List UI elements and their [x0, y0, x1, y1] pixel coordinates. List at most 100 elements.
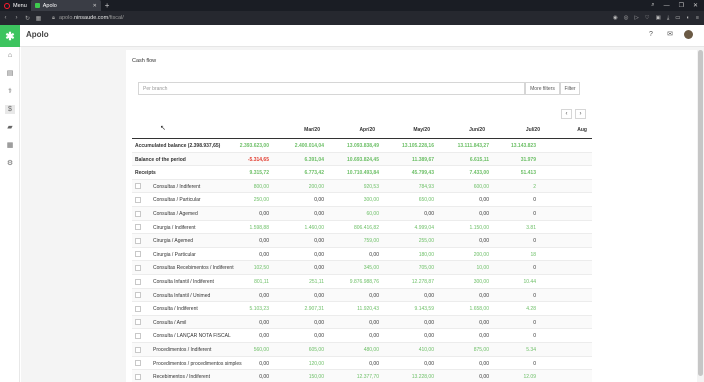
- cell-value: 0,00: [314, 251, 324, 258]
- row-checkbox[interactable]: [135, 237, 141, 244]
- row-checkbox[interactable]: [135, 264, 141, 271]
- table-row[interactable]: Consulta / Amil 0,00 0,00 0,00 0,00 0,00 0: [132, 315, 592, 330]
- row-checkbox[interactable]: [135, 332, 141, 339]
- browser-menu-button[interactable]: Menu: [0, 0, 31, 11]
- row-checkbox[interactable]: [135, 278, 141, 285]
- row-checkbox[interactable]: [135, 183, 141, 190]
- table-row[interactable]: Cirurgia / Particular 0,00 0,00 0,00 180,00 2…: [132, 248, 592, 262]
- filter-button[interactable]: Filter: [560, 82, 580, 95]
- branch-search-input[interactable]: Per branch: [138, 82, 525, 95]
- cell-value: 0,00: [424, 333, 434, 340]
- table-row[interactable]: Consulta Infantil / Unimed 0,00 0,00 0,00 0,…: [132, 288, 592, 303]
- table-row[interactable]: Procedimentos / procedimentos simples 0,0…: [132, 357, 592, 371]
- table-row[interactable]: Consultas Recebimentos / Indiferent 102,5…: [132, 261, 592, 275]
- column-header: Jul/20: [525, 127, 540, 133]
- briefcase-icon[interactable]: ▰: [5, 123, 15, 132]
- row-checkbox[interactable]: [135, 360, 141, 367]
- app-logo-icon[interactable]: ✱: [0, 25, 20, 47]
- table-row[interactable]: Consulta / LANÇAR NOTA FISCAL 0,00 0,00 0,0…: [132, 329, 592, 343]
- cell-value: 7.433,00: [469, 170, 489, 177]
- row-checkbox[interactable]: [135, 305, 141, 312]
- menu-label: Menu: [13, 2, 27, 9]
- table-row[interactable]: Recebimentos / Indiferent 0,00 150,00 12.37…: [132, 370, 592, 382]
- browser-menu-icon[interactable]: ≡: [696, 15, 699, 21]
- cell-value: 759,00: [363, 238, 379, 245]
- help-icon[interactable]: ?: [647, 31, 655, 39]
- url-text: apolo.ninsaude.com/fiscal/: [58, 15, 124, 21]
- new-tab-icon[interactable]: +: [105, 0, 110, 11]
- tabs-grid-icon[interactable]: ▦: [33, 15, 44, 22]
- row-label: Consultas / Particular: [153, 197, 201, 204]
- row-label: Consulta Infantil / Indiferent: [153, 279, 214, 285]
- download-icon[interactable]: ⤓: [667, 15, 669, 22]
- cell-value: 1.598,88: [249, 224, 269, 231]
- cell-value: 102,50: [253, 265, 269, 272]
- row-checkbox[interactable]: [135, 210, 141, 217]
- chat-icon[interactable]: ✉: [666, 31, 674, 39]
- cell-value: 0,00: [479, 319, 489, 326]
- calendar-icon[interactable]: ▤: [5, 69, 15, 78]
- camera-icon[interactable]: ◉: [613, 15, 618, 21]
- window-maximize-icon[interactable]: ❐: [679, 2, 684, 9]
- browser-address-bar: ‹ › ↻ ▦ 🔒︎ apolo.ninsaude.com/fiscal/ ◉ …: [0, 11, 704, 25]
- row-checkbox[interactable]: [135, 292, 141, 299]
- battery-icon[interactable]: ▭: [675, 15, 680, 21]
- cell-value: 0,00: [479, 333, 489, 340]
- row-checkbox[interactable]: [135, 251, 141, 258]
- heart-icon[interactable]: ♡: [645, 15, 650, 21]
- browser-tab-apolo[interactable]: Apolo ✕: [30, 0, 101, 11]
- table-row[interactable]: Procedimentos / Indiferent 560,00 605,00 48…: [132, 343, 592, 357]
- url-field[interactable]: 🔒︎ apolo.ninsaude.com/fiscal/: [52, 14, 482, 23]
- stethoscope-icon[interactable]: ⚕: [5, 87, 15, 96]
- table-row[interactable]: Consultas / Agemed 0,00 0,00 60,00 0,00 0,00 0: [132, 207, 592, 221]
- avatar[interactable]: [684, 30, 693, 39]
- finance-icon[interactable]: $: [5, 105, 15, 114]
- table-icon[interactable]: ▦: [5, 141, 15, 150]
- cell-value: 0,00: [259, 292, 269, 299]
- vpn-icon[interactable]: ◎: [624, 15, 629, 21]
- cell-value: 0,00: [479, 360, 489, 367]
- column-header: Aug: [577, 127, 587, 133]
- app-name: Apolo: [26, 30, 49, 39]
- page-scrollbar-thumb[interactable]: [698, 50, 703, 376]
- column-header: May/20: [413, 127, 430, 133]
- toggle-icon[interactable]: ◐: [686, 15, 689, 21]
- snapshot-icon[interactable]: ▷: [634, 15, 638, 21]
- home-icon[interactable]: ⌂: [5, 51, 15, 60]
- row-checkbox[interactable]: [135, 224, 141, 231]
- tab-search-icon[interactable]: ⌕: [651, 2, 654, 9]
- cell-value: -5.314,65: [247, 156, 269, 163]
- row-checkbox[interactable]: [135, 373, 141, 380]
- table-row[interactable]: Consulta Infantil / Indiferent 801,11 251,…: [132, 275, 592, 289]
- window-minimize-icon[interactable]: —: [664, 3, 670, 9]
- cell-value: 3.81: [526, 224, 536, 231]
- next-period-button[interactable]: ›: [575, 109, 586, 119]
- more-filters-button[interactable]: More filters: [525, 82, 560, 95]
- cell-value: 12.377,70: [356, 374, 379, 381]
- back-icon[interactable]: ‹: [0, 15, 11, 21]
- row-checkbox[interactable]: [135, 346, 141, 353]
- cell-value: 13.111.843,27: [457, 143, 489, 149]
- table-row[interactable]: Consultas / Particular 250,00 0,00 300,00 65…: [132, 193, 592, 207]
- settings-icon[interactable]: ⚙: [5, 159, 15, 168]
- box-icon[interactable]: ▣: [656, 15, 661, 21]
- row-checkbox[interactable]: [135, 196, 141, 203]
- cell-value: 705,00: [418, 265, 434, 272]
- prev-period-button[interactable]: ‹: [561, 109, 572, 119]
- table-row[interactable]: Consulta / Indiferent 5.103,23 2.907,31 11.…: [132, 302, 592, 316]
- cell-value: 11.920,43: [357, 306, 379, 313]
- tab-close-icon[interactable]: ✕: [93, 3, 97, 9]
- column-header: Mar/20: [304, 127, 320, 133]
- lock-icon: 🔒︎: [52, 14, 55, 21]
- row-checkbox[interactable]: [135, 319, 141, 326]
- cell-value: 800,00: [253, 183, 269, 190]
- forward-icon[interactable]: ›: [11, 15, 22, 21]
- cell-value: 875,00: [473, 347, 489, 353]
- window-close-icon[interactable]: ✕: [693, 2, 698, 9]
- cell-value: 1.460,00: [304, 224, 324, 231]
- cell-value: 13.143.823: [510, 143, 536, 149]
- reload-icon[interactable]: ↻: [22, 15, 33, 22]
- table-row[interactable]: Cirurgia / Indiferent 1.598,88 1.460,00 806…: [132, 221, 592, 235]
- table-row[interactable]: Consultas / Indiferent 800,00 200,00 920,53…: [132, 179, 592, 194]
- table-row[interactable]: Cirurgia / Agemed 0,00 0,00 759,00 255,00 0,0…: [132, 234, 592, 248]
